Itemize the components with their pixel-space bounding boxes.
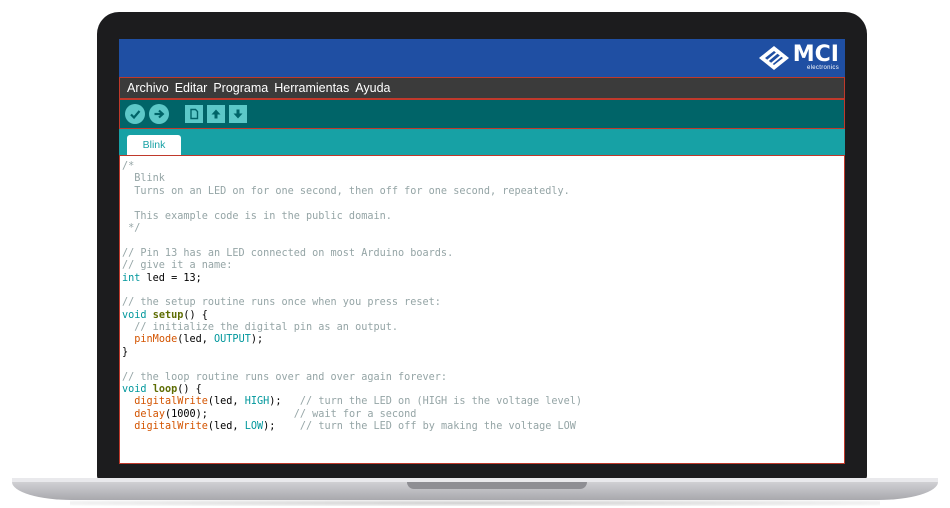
toolbar bbox=[119, 99, 845, 129]
code-line: // give it a name: bbox=[122, 260, 582, 272]
code-token: */ bbox=[122, 222, 141, 234]
logo-text: MCI electronics bbox=[792, 41, 839, 72]
code-line: delay(1000); // wait for a second bbox=[122, 409, 582, 421]
code-token: // turn the LED off by making the voltag… bbox=[299, 421, 576, 433]
code-line: digitalWrite(led, LOW); // turn the LED … bbox=[122, 421, 582, 433]
code-token: () { bbox=[177, 384, 202, 396]
verify-button[interactable] bbox=[125, 104, 145, 124]
code-line: // the loop routine runs over and over a… bbox=[122, 372, 582, 384]
code-token: LOW bbox=[244, 421, 264, 433]
laptop-notch bbox=[407, 482, 587, 489]
code-token: This example code is in the public domai… bbox=[122, 210, 392, 222]
code-token: ); bbox=[250, 334, 264, 346]
code-token: digitalWrite bbox=[134, 396, 208, 408]
open-button[interactable] bbox=[207, 105, 225, 123]
code-token: HIGH bbox=[244, 396, 270, 408]
menu-programa[interactable]: Programa bbox=[208, 81, 268, 95]
code-line: digitalWrite(led, HIGH); // turn the LED… bbox=[122, 396, 582, 408]
code-token: // the loop routine runs over and over a… bbox=[122, 371, 448, 383]
menu-herramientas[interactable]: Herramientas bbox=[269, 81, 349, 95]
code-line: void loop() { bbox=[122, 384, 582, 396]
brand-bar: MCI electronics bbox=[119, 39, 845, 77]
code-token: () { bbox=[183, 309, 208, 321]
code-line: pinMode(led, OUTPUT); bbox=[122, 334, 582, 346]
code-token: ); bbox=[269, 396, 300, 408]
save-button[interactable] bbox=[229, 105, 247, 123]
code-line: /* bbox=[122, 161, 582, 173]
new-button[interactable] bbox=[185, 105, 203, 123]
code-editor[interactable]: /* Blink Turns on an LED on for one seco… bbox=[119, 155, 845, 464]
code-token: void bbox=[122, 384, 147, 396]
menu-archivo[interactable]: Archivo bbox=[119, 81, 169, 95]
code-token: // the setup routine runs once when you … bbox=[122, 297, 441, 309]
tab-strip: Blink bbox=[119, 129, 845, 155]
menu-editar[interactable]: Editar bbox=[170, 81, 208, 95]
tab-blink[interactable]: Blink bbox=[127, 135, 181, 155]
open-up-arrow-icon bbox=[211, 109, 221, 119]
menu-ayuda[interactable]: Ayuda bbox=[350, 81, 390, 95]
code-token: // wait for a second bbox=[293, 408, 417, 420]
save-down-arrow-icon bbox=[233, 109, 243, 119]
code-token: void bbox=[122, 309, 147, 321]
code-token: ); bbox=[263, 421, 300, 433]
code-token: // initialize the digital pin as an outp… bbox=[122, 322, 399, 334]
code-token: int bbox=[122, 272, 141, 284]
code-line: Blink bbox=[122, 173, 582, 185]
brand-name: MCI bbox=[792, 41, 839, 67]
code-token: led = 13; bbox=[140, 272, 202, 284]
code-text[interactable]: /* Blink Turns on an LED on for one seco… bbox=[122, 161, 582, 434]
code-token: // turn the LED on (HIGH is the voltage … bbox=[299, 396, 583, 408]
code-token: Blink bbox=[122, 173, 165, 185]
code-token: pinMode bbox=[134, 334, 178, 346]
code-token: } bbox=[122, 346, 129, 358]
mci-logo: MCI electronics bbox=[757, 43, 839, 73]
laptop-screen: MCI electronics Archivo Editar Programa … bbox=[119, 39, 845, 464]
laptop-base bbox=[12, 478, 938, 500]
code-token: /* bbox=[122, 161, 135, 172]
code-line: */ bbox=[122, 223, 582, 235]
code-line: This example code is in the public domai… bbox=[122, 211, 582, 223]
code-token: (led, bbox=[177, 334, 215, 346]
code-line: int led = 13; bbox=[122, 273, 582, 285]
code-token: // Pin 13 has an LED connected on most A… bbox=[122, 247, 454, 259]
code-line: // the setup routine runs once when you … bbox=[122, 297, 582, 309]
mci-diamond-icon bbox=[758, 46, 789, 70]
upload-button[interactable] bbox=[149, 104, 169, 124]
code-token: digitalWrite bbox=[134, 421, 208, 433]
code-token: (led, bbox=[207, 421, 245, 433]
arrow-right-icon bbox=[154, 109, 165, 119]
checkmark-icon bbox=[130, 110, 141, 120]
new-file-icon bbox=[190, 108, 199, 120]
code-line: // initialize the digital pin as an outp… bbox=[122, 322, 582, 334]
menu-bar: Archivo Editar Programa Herramientas Ayu… bbox=[119, 77, 845, 99]
code-token: loop bbox=[152, 384, 178, 396]
code-line: Turns on an LED on for one second, then … bbox=[122, 186, 582, 198]
code-token: // give it a name: bbox=[122, 260, 233, 272]
laptop-shadow bbox=[70, 500, 880, 506]
code-line: void setup() { bbox=[122, 310, 582, 322]
code-line: // Pin 13 has an LED connected on most A… bbox=[122, 248, 582, 260]
code-line: } bbox=[122, 347, 582, 359]
code-token: (1000); bbox=[164, 408, 294, 420]
code-token: delay bbox=[134, 408, 165, 420]
code-token: setup bbox=[152, 309, 184, 321]
code-token: (led, bbox=[207, 396, 245, 408]
code-token: Turns on an LED on for one second, then … bbox=[122, 185, 570, 197]
code-token: OUTPUT bbox=[214, 334, 251, 346]
brand-subtitle: electronics bbox=[807, 64, 839, 71]
